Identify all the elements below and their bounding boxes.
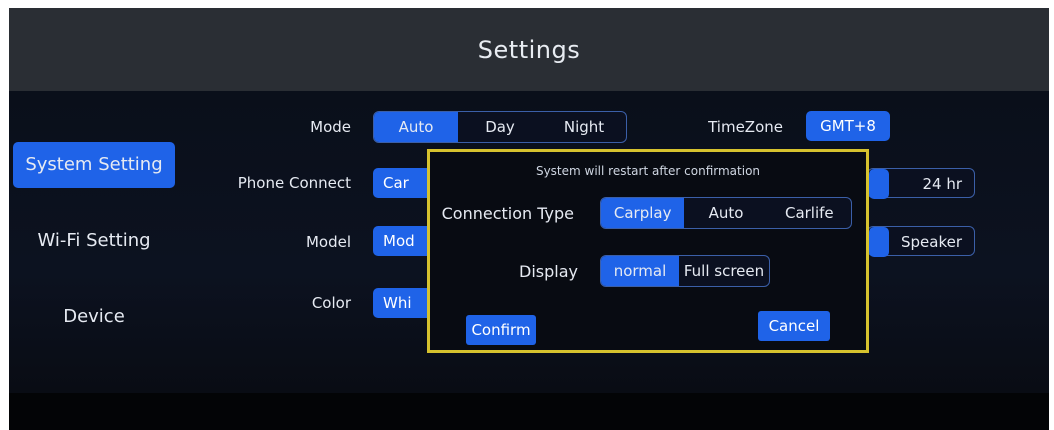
device-screen: Settings System Setting Wi-Fi Setting De…	[9, 8, 1049, 430]
display-option-full-screen[interactable]: Full screen	[679, 256, 769, 286]
confirm-dialog: System will restart after confirmation C…	[427, 149, 869, 353]
bottom-bar	[9, 393, 1049, 430]
connection-type-option-carlife[interactable]: Carlife	[768, 198, 851, 228]
connection-type-option-carplay[interactable]: Carplay	[601, 198, 685, 228]
sidebar-item-system-setting[interactable]: System Setting	[13, 142, 175, 188]
color-label: Color	[311, 294, 351, 312]
cancel-button[interactable]: Cancel	[758, 311, 830, 341]
sidebar-item-device[interactable]: Device	[13, 294, 175, 340]
header-bar: Settings	[9, 8, 1049, 91]
mode-option-auto[interactable]: Auto	[374, 112, 458, 142]
sidebar-item-wifi-setting[interactable]: Wi-Fi Setting	[13, 218, 175, 264]
phone-connect-label: Phone Connect	[237, 174, 351, 192]
color-value-button[interactable]: Whi	[373, 288, 433, 318]
display-option-normal[interactable]: normal	[601, 256, 679, 286]
mode-option-day[interactable]: Day	[458, 112, 542, 142]
model-label: Model	[305, 233, 351, 251]
timezone-label: TimeZone	[708, 118, 783, 136]
dialog-message: System will restart after confirmation	[535, 164, 761, 178]
mode-option-night[interactable]: Night	[542, 112, 626, 142]
connection-type-option-auto[interactable]: Auto	[684, 198, 767, 228]
model-value-button[interactable]: Mod	[373, 226, 433, 256]
phone-connect-value-button[interactable]: Car	[373, 168, 433, 198]
timezone-value-button[interactable]: GMT+8	[806, 111, 890, 141]
connection-type-segmented-control: Carplay Auto Carlife	[600, 197, 852, 229]
connection-type-label: Connection Type	[441, 204, 574, 223]
audio-output-selected-edge	[869, 227, 889, 257]
time-format-selected-edge	[869, 169, 889, 199]
mode-segmented-control: Auto Day Night	[373, 111, 627, 143]
display-segmented-control: normal Full screen	[600, 255, 770, 287]
mode-label: Mode	[310, 118, 351, 136]
display-label: Display	[519, 262, 578, 281]
confirm-button[interactable]: Confirm	[466, 315, 536, 345]
page-title: Settings	[477, 36, 581, 64]
